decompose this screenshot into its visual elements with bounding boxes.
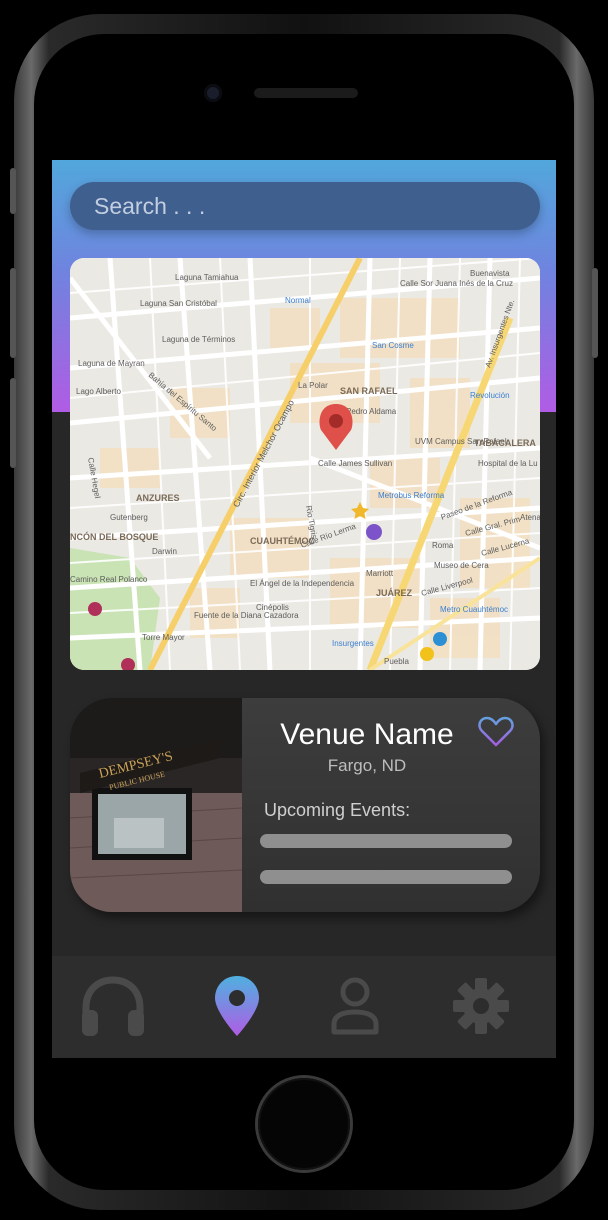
poi-marker[interactable] [433, 632, 447, 646]
map-label: Insurgentes [332, 639, 374, 648]
front-camera [204, 84, 222, 102]
map-label: Calle James Sullivan [318, 459, 392, 468]
venue-card[interactable]: DEMPSEY'S PUBLIC HOUSE Venue Name Fargo,… [70, 698, 540, 912]
map-label: Buenavista [470, 269, 510, 278]
map-label: TABACALERA [474, 438, 536, 448]
map-label: Metrobus Reforma [378, 491, 445, 500]
gear-icon[interactable] [446, 974, 516, 1038]
event-placeholder-bar[interactable] [260, 870, 512, 884]
map-canvas[interactable]: Buenavista Laguna Tamiahua Laguna San Cr… [70, 258, 540, 670]
map-label: Atenas [520, 513, 540, 522]
map-pin-icon[interactable] [202, 974, 272, 1038]
map-label: NCÓN DEL BOSQUE [70, 531, 158, 542]
event-placeholder-bar[interactable] [260, 834, 512, 848]
map-label: Revolución [470, 391, 510, 400]
map-label: Normal [285, 296, 311, 305]
upcoming-events-label: Upcoming Events: [264, 800, 411, 820]
map-label: Fuente de la Diana Cazadora [194, 611, 299, 620]
map-label: Puebla [384, 657, 409, 666]
mute-switch [10, 168, 16, 214]
map-label: Pedro Aldama [346, 407, 397, 416]
map-label: Camino Real Polanco [70, 575, 148, 584]
map-label: El Ángel de la Independencia [250, 579, 355, 588]
map-label: Metro Cuauhtémoc [440, 605, 508, 614]
map-label: San Cosme [372, 341, 414, 350]
volume-up-button [10, 268, 16, 358]
power-button [592, 268, 598, 358]
venue-photo: DEMPSEY'S PUBLIC HOUSE [70, 698, 242, 912]
map-label: ANZURES [136, 493, 180, 503]
favorite-heart-icon[interactable] [478, 716, 514, 748]
volume-down-button [10, 378, 16, 468]
poi-marker[interactable] [88, 602, 102, 616]
map-label: Hospital de la Lu [478, 459, 538, 468]
headphones-icon[interactable] [78, 974, 148, 1038]
venue-name: Venue Name [280, 718, 454, 751]
earpiece-speaker [254, 88, 358, 98]
map-view[interactable]: Buenavista Laguna Tamiahua Laguna San Cr… [70, 258, 540, 670]
map-label: La Polar [298, 381, 328, 390]
map-label: Laguna de Términos [162, 335, 235, 344]
bottom-nav [52, 956, 556, 1058]
poi-marker[interactable] [420, 647, 434, 661]
map-label: Museo de Cera [434, 561, 489, 570]
map-label: Torre Mayor [142, 633, 185, 642]
home-button [258, 1078, 350, 1170]
map-label: SAN RAFAEL [340, 386, 398, 396]
venue-location: Fargo, ND [327, 756, 407, 775]
map-label: Lago Alberto [76, 387, 121, 396]
map-label: Roma [432, 541, 454, 550]
map-label: Gutenberg [110, 513, 148, 522]
search-input[interactable] [70, 182, 540, 230]
poi-marker[interactable] [366, 524, 382, 540]
map-label: Calle Sor Juana Inés de la Cruz [400, 279, 513, 288]
map-label: Marriott [366, 569, 394, 578]
user-icon[interactable] [320, 974, 390, 1038]
map-label: Darwin [152, 547, 177, 556]
map-label: JUÁREZ [376, 588, 413, 598]
map-label: Laguna San Cristóbal [140, 299, 217, 308]
map-label: Laguna Tamiahua [175, 273, 239, 282]
map-label: Laguna de Mayran [78, 359, 145, 368]
app-screen: Buenavista Laguna Tamiahua Laguna San Cr… [52, 160, 556, 1058]
